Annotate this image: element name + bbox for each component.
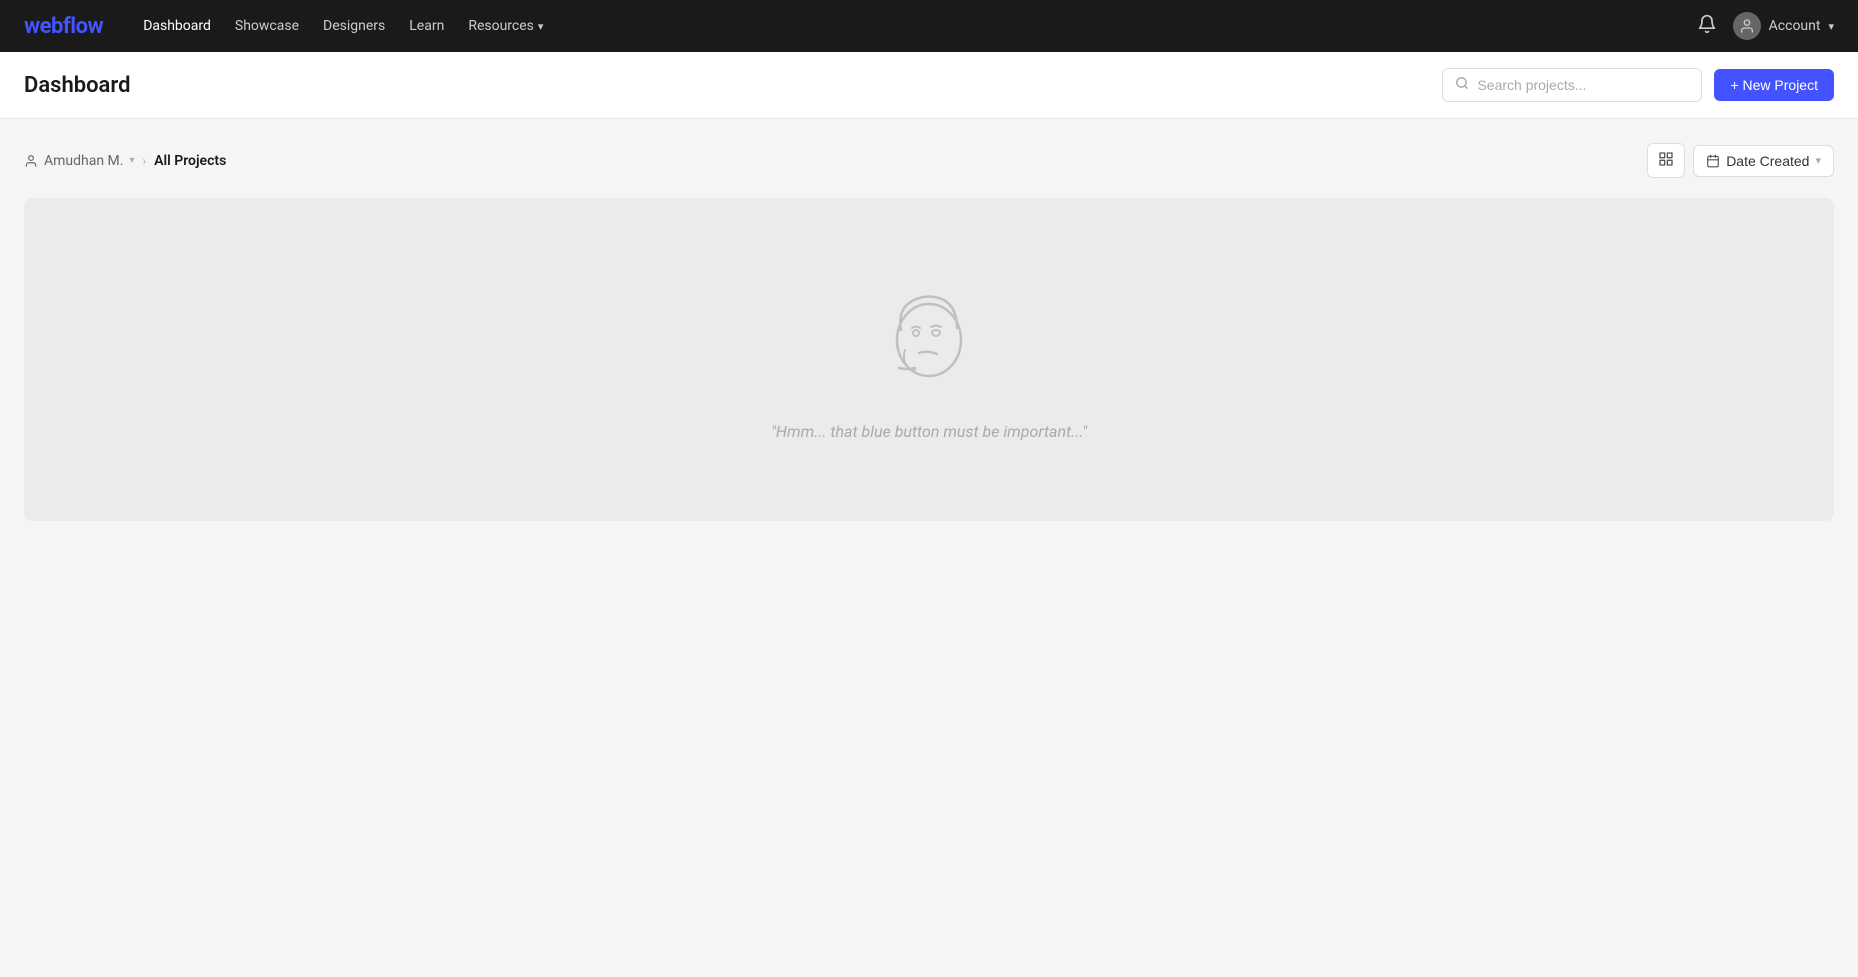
chevron-down-icon: ▾ xyxy=(538,20,544,33)
breadcrumb-user-dropdown: ▾ xyxy=(129,155,134,166)
toolbar-right: Date Created ▾ xyxy=(1647,143,1834,178)
nav-showcase[interactable]: Showcase xyxy=(235,18,299,34)
search-input[interactable] xyxy=(1477,77,1689,93)
bell-icon[interactable] xyxy=(1697,14,1717,39)
nav-designers[interactable]: Designers xyxy=(323,18,385,34)
search-box[interactable] xyxy=(1442,68,1702,102)
page-header: Dashboard + New Project xyxy=(0,52,1858,119)
nav-dashboard[interactable]: Dashboard xyxy=(143,18,211,34)
account-menu[interactable]: Account ▾ xyxy=(1733,12,1834,40)
nav-links: Dashboard Showcase Designers Learn Resou… xyxy=(143,18,1664,34)
empty-state-message: "Hmm... that blue button must be importa… xyxy=(771,422,1087,441)
account-label: Account xyxy=(1769,18,1821,34)
nav-resources[interactable]: Resources ▾ xyxy=(468,18,543,34)
breadcrumb-current: All Projects xyxy=(154,153,226,169)
sort-label: Date Created xyxy=(1726,153,1809,169)
empty-illustration xyxy=(869,278,989,398)
breadcrumb-user[interactable]: Amudhan M. ▾ xyxy=(24,153,135,169)
search-icon xyxy=(1455,76,1469,94)
account-dropdown-icon: ▾ xyxy=(1828,20,1834,33)
empty-state: "Hmm... that blue button must be importa… xyxy=(24,198,1834,521)
breadcrumb: Amudhan M. ▾ › All Projects xyxy=(24,153,226,169)
grid-view-icon xyxy=(1658,151,1674,167)
new-project-button[interactable]: + New Project xyxy=(1714,69,1834,101)
header-actions: + New Project xyxy=(1442,68,1834,102)
navbar: webflow Dashboard Showcase Designers Lea… xyxy=(0,0,1858,52)
sort-dropdown-icon: ▾ xyxy=(1815,154,1821,167)
view-toggle-button[interactable] xyxy=(1647,143,1685,178)
breadcrumb-separator: › xyxy=(143,154,147,168)
nav-learn[interactable]: Learn xyxy=(409,18,444,34)
content-toolbar: Amudhan M. ▾ › All Projects xyxy=(24,143,1834,178)
sort-button[interactable]: Date Created ▾ xyxy=(1693,145,1834,177)
nav-resources-label: Resources xyxy=(468,18,534,34)
content-area: Amudhan M. ▾ › All Projects xyxy=(0,119,1858,545)
logo-text: webflow xyxy=(24,14,103,39)
avatar xyxy=(1733,12,1761,40)
user-icon xyxy=(24,154,38,168)
breadcrumb-user-name: Amudhan M. xyxy=(44,153,123,169)
nav-right: Account ▾ xyxy=(1697,12,1834,40)
calendar-icon xyxy=(1706,154,1720,168)
page-title: Dashboard xyxy=(24,73,130,98)
logo[interactable]: webflow xyxy=(24,14,103,39)
